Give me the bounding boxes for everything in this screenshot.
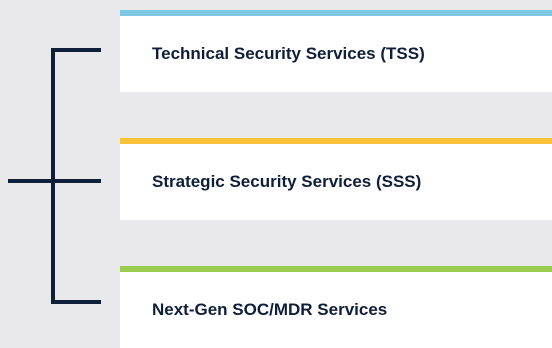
service-card-soc: Next-Gen SOC/MDR Services bbox=[120, 266, 552, 348]
service-card-sss: Strategic Security Services (SSS) bbox=[120, 138, 552, 220]
service-label-tss: Technical Security Services (TSS) bbox=[152, 44, 425, 63]
service-label-sss: Strategic Security Services (SSS) bbox=[152, 172, 422, 191]
service-card-tss: Technical Security Services (TSS) bbox=[120, 10, 552, 92]
service-label-soc: Next-Gen SOC/MDR Services bbox=[152, 300, 388, 319]
